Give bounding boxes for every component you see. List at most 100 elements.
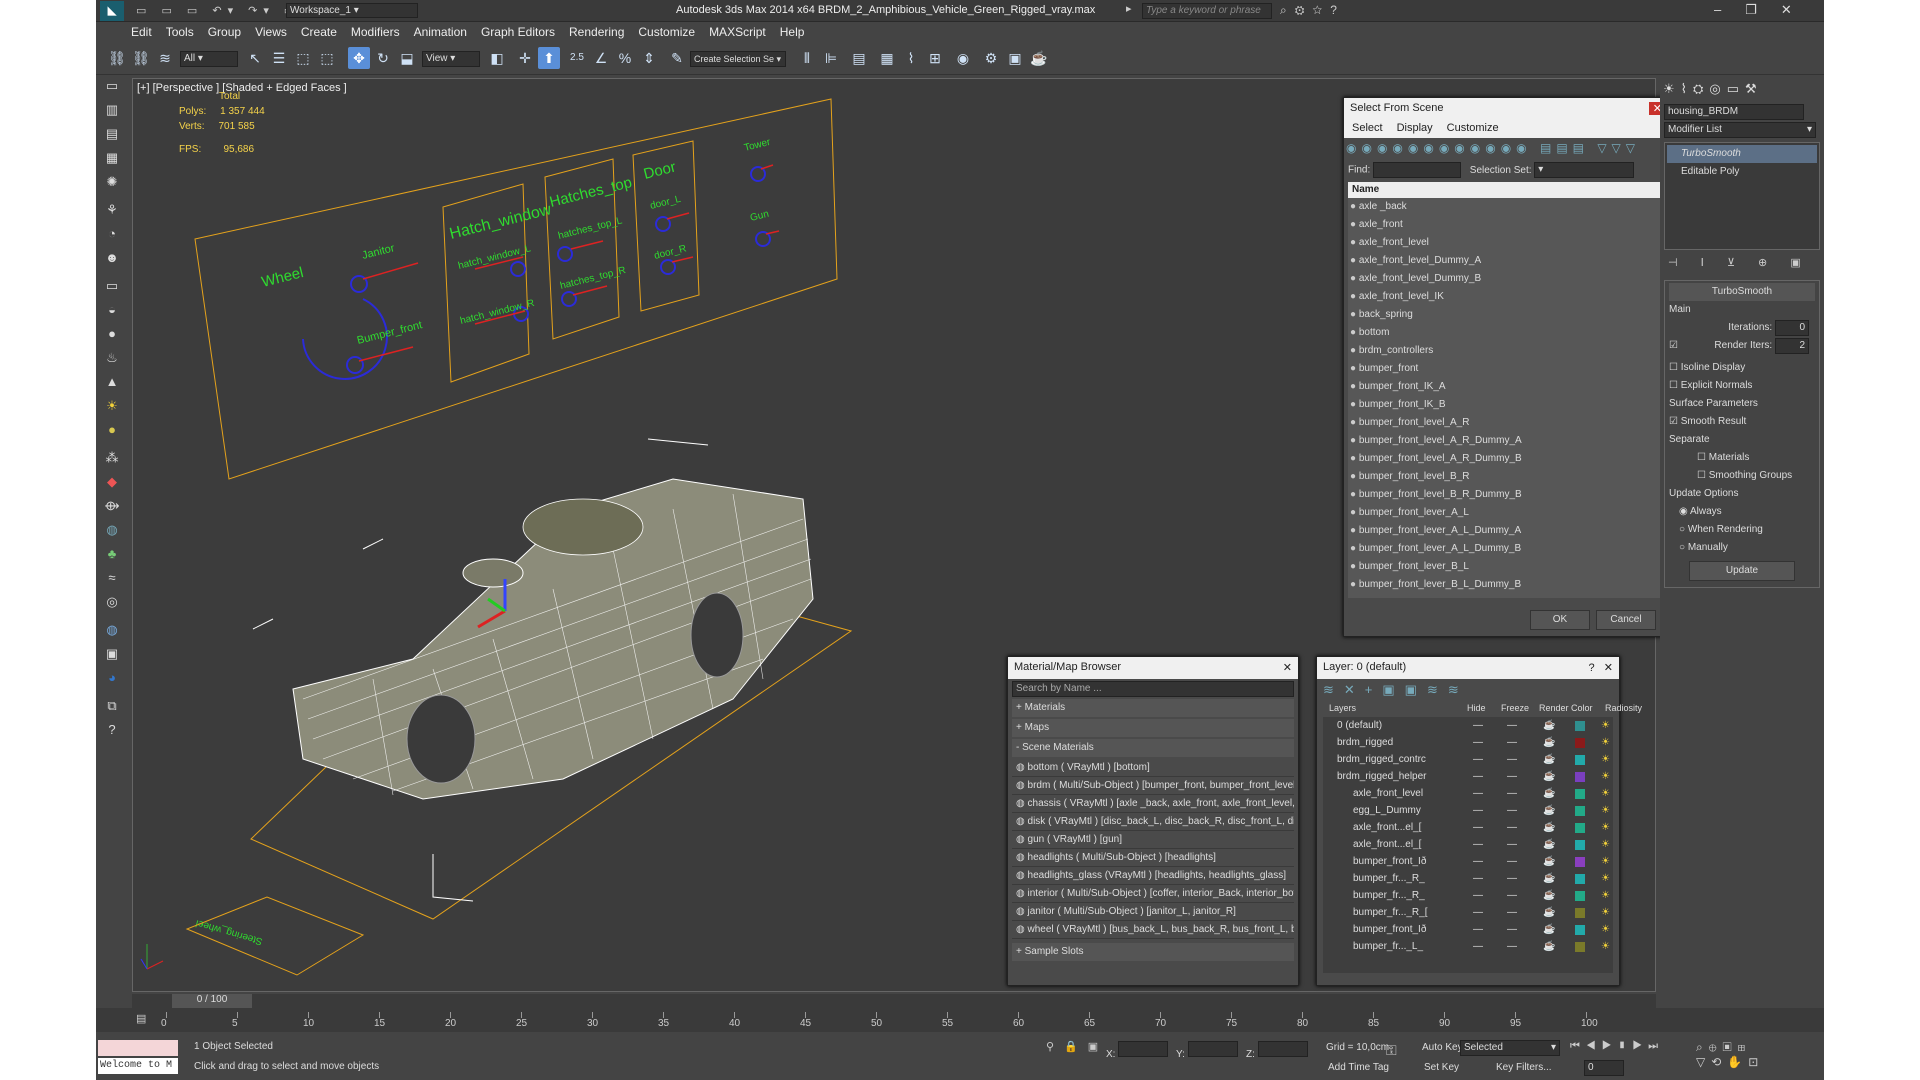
layer-color-swatch[interactable] <box>1575 738 1585 748</box>
select-from-scene-dialog[interactable]: Select From Scene ✕ Select Display Customiz… <box>1343 97 1673 637</box>
layer-row[interactable]: brdm_rigged_helper — — ☕ ☀ <box>1323 768 1613 785</box>
freeze-toggle[interactable]: — <box>1507 836 1517 853</box>
layer-color-swatch[interactable] <box>1575 823 1585 833</box>
menu-animation[interactable]: Animation <box>407 22 474 42</box>
flow-icon[interactable]: ⟴ <box>102 496 122 516</box>
sfs-menu-select[interactable]: Select <box>1352 122 1383 134</box>
hide-toggle[interactable]: — <box>1473 751 1483 768</box>
stack-editable-poly[interactable]: Editable Poly <box>1667 163 1817 181</box>
assets-icon[interactable]: ▣ <box>102 644 122 664</box>
foliage-icon[interactable]: ♣ <box>102 544 122 564</box>
manually-radio[interactable]: ○ Manually <box>1669 539 1815 557</box>
hide-toggle[interactable]: — <box>1473 734 1483 751</box>
workspace-dropdown[interactable]: Workspace_1 ▾ <box>286 3 418 18</box>
layer-col-hide[interactable]: Hide <box>1467 703 1486 713</box>
container-icon[interactable]: ◕ <box>102 668 122 688</box>
scene-object-list[interactable]: ● axle _back ● axle_front ● axle_front_lev… <box>1348 198 1668 598</box>
rig-control-board[interactable] <box>194 98 838 480</box>
scene-object-row[interactable]: ● axle_front <box>1348 216 1668 234</box>
keyword-search-input[interactable]: Type a keyword or phrase <box>1142 3 1272 19</box>
render-toggle-icon[interactable]: ☕ <box>1543 819 1555 836</box>
explicit-normals-checkbox[interactable]: ☐ Explicit Normals <box>1669 377 1815 395</box>
scene-material-row[interactable]: ◍ janitor ( Multi/Sub-Object ) [janitor_… <box>1012 903 1294 921</box>
hide-toggle[interactable]: — <box>1473 904 1483 921</box>
iterations-input[interactable]: 0 <box>1775 320 1809 336</box>
menu-graph-editors[interactable]: Graph Editors <box>474 22 562 42</box>
layer-row[interactable]: bumper_front_Ið — — ☕ ☀ <box>1323 853 1613 870</box>
render-frame-icon[interactable]: ▥ <box>102 100 122 120</box>
material-group-header[interactable]: + Maps <box>1012 719 1294 737</box>
menu-group[interactable]: Group <box>201 22 248 42</box>
scene-object-row[interactable]: ● bumper_front_IK_A <box>1348 378 1668 396</box>
key-filters-button[interactable]: Key Filters... <box>1496 1062 1552 1073</box>
x-coord-input[interactable] <box>1118 1041 1169 1057</box>
perspective-viewport[interactable]: [+] [Perspective ] [Shaded + Edged Faces… <box>132 78 1673 992</box>
light-bulb-icon[interactable]: ✺ <box>102 172 122 192</box>
hide-toggle[interactable]: — <box>1473 717 1483 734</box>
modifier-list-dropdown[interactable]: Modifier List ▾ <box>1664 122 1816 138</box>
scene-object-row[interactable]: ● bumper_front_lever_A_L_Dummy_B <box>1348 540 1668 558</box>
scene-object-row[interactable]: ● bumper_front_level_A_R <box>1348 414 1668 432</box>
scene-object-row[interactable]: ● bumper_front_level_A_R_Dummy_B <box>1348 450 1668 468</box>
scene-object-row[interactable]: ● axle_front_level <box>1348 234 1668 252</box>
time-slider[interactable]: 0 / 100 <box>132 994 1656 1008</box>
reference-coord-dropdown[interactable]: View ▾ <box>422 51 480 67</box>
mini-curve-editor-icon[interactable]: ▤ <box>136 1012 154 1028</box>
layer-color-swatch[interactable] <box>1575 840 1585 850</box>
mask-icon[interactable]: ☻ <box>102 248 122 268</box>
menu-edit[interactable]: Edit <box>124 22 159 42</box>
link-icon[interactable]: ⛓ <box>106 47 128 69</box>
select-filter-toolbar[interactable]: ◉◉◉◉◉◉◉◉◉◉◉◉ ▤▤▤ ▽▽▽ <box>1344 138 1672 160</box>
spinner-snap-icon[interactable]: ⇕ <box>638 47 660 69</box>
radiosity-icon[interactable]: ☀ <box>1601 853 1610 870</box>
layer-color-swatch[interactable] <box>1575 874 1585 884</box>
radiosity-icon[interactable]: ☀ <box>1601 938 1610 955</box>
materials-checkbox[interactable]: ☐ Materials <box>1669 449 1815 467</box>
select-and-scale-icon[interactable]: ⬓ <box>396 47 418 69</box>
material-group-header[interactable]: + Materials <box>1012 699 1294 717</box>
layer-row[interactable]: bumper_fr..._R_[— — ☕ ☀ <box>1323 904 1613 921</box>
layer-row[interactable]: bumper_front_Ið — — ☕ ☀ <box>1323 921 1613 938</box>
render-setup-icon[interactable]: ⚙ <box>980 47 1002 69</box>
scene-material-row[interactable]: ◍ disk ( VRayMtl ) [disc_back_L, disc_ba… <box>1012 813 1294 831</box>
radiosity-icon[interactable]: ☀ <box>1601 734 1610 751</box>
select-and-move-icon[interactable]: ✥ <box>348 47 370 69</box>
layer-color-swatch[interactable] <box>1575 721 1585 731</box>
menu-customize[interactable]: Customize <box>631 22 702 42</box>
keyboard-shortcut-override-icon[interactable]: ⬆ <box>538 47 560 69</box>
smooth-result-checkbox[interactable]: ☑ Smooth Result <box>1669 413 1815 431</box>
layer-col-radiosity[interactable]: Radiosity <box>1605 703 1642 713</box>
create-box-icon[interactable]: ▭ <box>102 76 122 96</box>
radiosity-icon[interactable]: ☀ <box>1601 785 1610 802</box>
scene-object-row[interactable]: ● bumper_front_lever_B_L_Dummy_B <box>1348 576 1668 594</box>
hemisphere-icon[interactable]: ◒ <box>102 300 122 320</box>
unlink-icon[interactable]: ⛓ <box>130 47 152 69</box>
layer-row[interactable]: brdm_rigged_contrc — — ☕ ☀ <box>1323 751 1613 768</box>
particles-icon[interactable]: ⁂ <box>102 448 122 468</box>
scene-object-row[interactable]: ● axle_front_level_Dummy_B <box>1348 270 1668 288</box>
maxscript-listener[interactable] <box>98 1040 178 1056</box>
key-selection-dropdown[interactable]: Selected ▾ <box>1460 1040 1560 1056</box>
plane-icon[interactable]: ▭ <box>102 276 122 296</box>
selection-set-dropdown[interactable]: ▾ <box>1534 162 1635 178</box>
radiosity-icon[interactable]: ☀ <box>1601 870 1610 887</box>
pivot-center-icon[interactable]: ◧ <box>486 47 508 69</box>
update-button[interactable]: Update <box>1689 561 1795 581</box>
ok-button[interactable]: OK <box>1530 610 1590 630</box>
freeze-toggle[interactable]: — <box>1507 734 1517 751</box>
select-manipulate-icon[interactable]: ✛ <box>514 47 536 69</box>
list-icon[interactable]: ▤ <box>102 124 122 144</box>
sphere-icon[interactable]: ● <box>102 324 122 344</box>
layer-color-swatch[interactable] <box>1575 857 1585 867</box>
radiosity-icon[interactable]: ☀ <box>1601 904 1610 921</box>
dynamics-icon[interactable]: ◆ <box>102 472 122 492</box>
close-icon[interactable]: ? ✕ <box>1588 661 1613 674</box>
hide-toggle[interactable]: — <box>1473 836 1483 853</box>
scene-material-row[interactable]: ◍ chassis ( VRayMtl ) [axle _back, axle_… <box>1012 795 1294 813</box>
layer-manager-icon[interactable]: ▤ <box>848 47 870 69</box>
stack-turbosmooth[interactable]: TurboSmooth <box>1667 145 1817 163</box>
material-browser-titlebar[interactable]: Material/Map Browser ✕ <box>1008 657 1298 679</box>
select-object-icon[interactable]: ↖ <box>244 47 266 69</box>
material-group-header[interactable]: - Scene Materials <box>1012 739 1294 757</box>
freeze-toggle[interactable]: — <box>1507 768 1517 785</box>
